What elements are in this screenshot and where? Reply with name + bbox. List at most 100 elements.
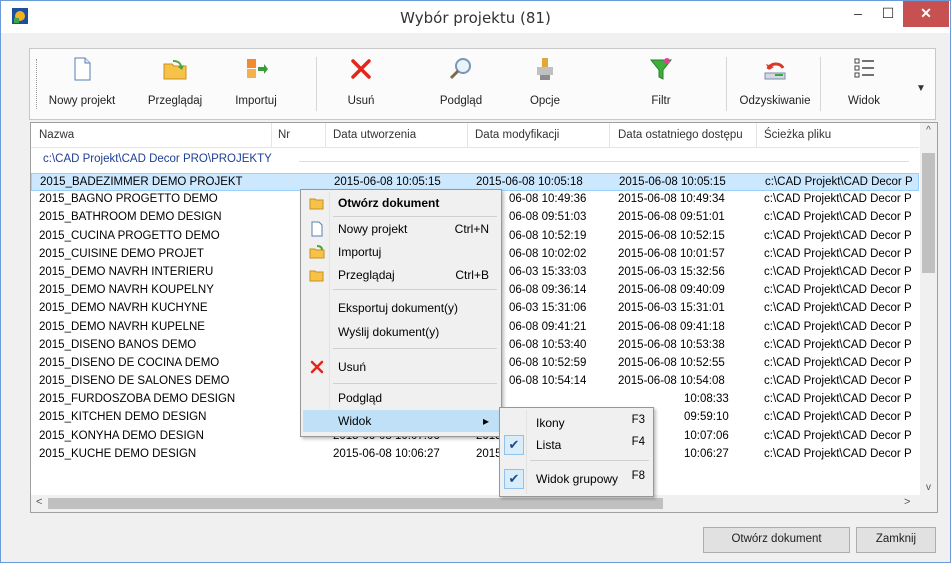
cell-accessed: 2015-06-08 10:05:15: [619, 176, 726, 188]
cell-path: c:\CAD Projekt\CAD Decor P: [764, 302, 912, 315]
import-label: Importuj: [235, 95, 277, 107]
project-selection-dialog: Wybór projektu (81) – ☐ ✕ Nowy projekt P…: [0, 0, 951, 563]
cell-name: 2015_KONYHA DEMO DESIGN: [39, 429, 204, 442]
browse-label: Przeglądaj: [147, 95, 203, 107]
column-divider[interactable]: [756, 123, 757, 147]
cell-modified: 06-08 10:02:02: [509, 247, 587, 260]
new-project-label: Nowy projekt: [48, 95, 116, 107]
checkmark-icon: ✔: [504, 469, 524, 489]
menu-item-view[interactable]: Widok ▸: [303, 410, 499, 432]
import-button[interactable]: Importuj: [226, 49, 286, 119]
column-header-path[interactable]: Ścieżka pliku: [764, 129, 831, 141]
view-list-icon: [854, 58, 874, 78]
cell-path: c:\CAD Projekt\CAD Decor P: [764, 284, 912, 297]
import-icon: [247, 59, 268, 78]
menu-item-open-document[interactable]: Otwórz dokument: [303, 192, 499, 214]
cell-accessed: 10:06:27: [684, 447, 729, 460]
menu-item-label: Importuj: [338, 245, 382, 259]
menu-item-preview[interactable]: Podgląd: [303, 387, 499, 409]
vertical-scrollbar[interactable]: ^ v: [920, 123, 937, 495]
cell-path: c:\CAD Projekt\CAD Decor P: [764, 411, 912, 424]
column-header-nr[interactable]: Nr: [278, 129, 290, 141]
menu-item-label: Nowy projekt: [338, 222, 408, 236]
cell-accessed: 09:59:10: [684, 411, 729, 424]
cell-created: 2015-06-08 10:05:15: [334, 176, 441, 188]
column-divider[interactable]: [325, 123, 326, 147]
vertical-scroll-thumb[interactable]: [922, 153, 935, 273]
cell-accessed: 2015-06-03 15:32:56: [618, 265, 725, 278]
menu-item-send-documents[interactable]: Wyślij dokument(y): [303, 321, 499, 343]
column-divider[interactable]: [609, 123, 610, 147]
column-header-accessed[interactable]: Data ostatniego dostępu: [618, 129, 743, 141]
menu-item-label: Lista: [536, 438, 562, 452]
cell-path: c:\CAD Projekt\CAD Decor P: [764, 393, 912, 406]
cell-name: 2015_DEMO NAVRH KUPELNE: [39, 320, 205, 333]
options-icon: [537, 58, 553, 80]
cell-accessed: 2015-06-08 10:49:34: [618, 193, 725, 206]
close-button[interactable]: Zamknij: [856, 527, 936, 553]
delete-button[interactable]: Usuń: [326, 49, 396, 119]
submenu-item-list[interactable]: ✔ Lista F4: [502, 434, 651, 456]
column-header-modified[interactable]: Data modyfikacji: [475, 129, 559, 141]
cell-accessed: 2015-06-08 10:01:57: [618, 247, 725, 260]
submenu-arrow-icon: ▸: [482, 414, 489, 428]
table-row[interactable]: 2015_KUCHE DEMO DESIGN 2015-06-08 10:06:2…: [31, 446, 919, 464]
group-header-label[interactable]: c:\CAD Projekt\CAD Decor PRO\PROJEKTY: [43, 153, 272, 165]
menu-item-shortcut: F3: [631, 414, 645, 426]
cell-modified: 06-08 10:52:59: [509, 356, 587, 369]
delete-x-icon: [310, 360, 324, 374]
cell-name: 2015_DEMO NAVRH INTERIERU: [39, 265, 214, 278]
new-project-button[interactable]: Nowy projekt: [42, 49, 122, 119]
cell-name: 2015_BAGNO PROGETTO DEMO: [39, 193, 218, 206]
cell-modified: 06-03 15:31:06: [509, 302, 587, 315]
scroll-down-arrow-icon[interactable]: v: [920, 482, 937, 493]
cell-path: c:\CAD Projekt\CAD Decor P: [764, 447, 912, 460]
toolbar-overflow-chevron-icon[interactable]: ▼: [916, 83, 926, 94]
menu-item-shortcut: F8: [631, 470, 645, 482]
recovery-button[interactable]: Odzyskiwanie: [730, 49, 820, 119]
scroll-left-arrow-icon[interactable]: <: [36, 496, 42, 508]
close-window-button[interactable]: ✕: [903, 1, 949, 27]
open-document-button[interactable]: Otwórz dokument: [703, 527, 850, 553]
import-icon: [309, 245, 325, 259]
preview-button[interactable]: Podgląd: [426, 49, 496, 119]
options-button[interactable]: Opcje: [510, 49, 580, 119]
menu-item-export-documents[interactable]: Eksportuj dokument(y): [303, 297, 499, 319]
menu-separator: [333, 289, 497, 290]
checkmark-icon: ✔: [504, 435, 524, 455]
cell-accessed: 2015-06-03 15:31:01: [618, 302, 725, 315]
cell-created: 2015-06-08 10:06:27: [333, 447, 440, 460]
column-header-created[interactable]: Data utworzenia: [333, 129, 416, 141]
menu-item-new-project[interactable]: Nowy projekt Ctrl+N: [303, 218, 499, 240]
scroll-right-arrow-icon[interactable]: >: [904, 496, 910, 508]
column-divider[interactable]: [271, 123, 272, 147]
cell-accessed: 2015-06-08 10:52:55: [618, 356, 725, 369]
view-button[interactable]: Widok: [826, 49, 902, 119]
preview-label: Podgląd: [439, 95, 483, 107]
minimize-button[interactable]: –: [844, 1, 872, 27]
submenu-item-group-view[interactable]: ✔ Widok grupowy F8: [502, 468, 651, 490]
menu-item-delete[interactable]: Usuń: [303, 356, 499, 378]
horizontal-scrollbar[interactable]: < >: [31, 495, 937, 512]
toolbar-grip[interactable]: [36, 59, 39, 109]
menu-item-browse[interactable]: Przeglądaj Ctrl+B: [303, 264, 499, 286]
cell-path: c:\CAD Projekt\CAD Decor P: [764, 193, 912, 206]
open-folder-icon: [309, 198, 324, 210]
maximize-button[interactable]: ☐: [874, 1, 902, 27]
delete-x-icon: [351, 59, 371, 79]
title-bar[interactable]: Wybór projektu (81) – ☐ ✕: [1, 1, 950, 33]
cell-modified: 06-08 09:36:14: [509, 284, 587, 297]
scroll-up-arrow-icon[interactable]: ^: [920, 125, 937, 136]
horizontal-scroll-thumb[interactable]: [48, 498, 663, 509]
submenu-item-icons[interactable]: Ikony F3: [502, 412, 651, 434]
cell-path: c:\CAD Projekt\CAD Decor P: [764, 265, 912, 278]
cell-path: c:\CAD Projekt\CAD Decor P: [765, 176, 913, 188]
column-divider[interactable]: [467, 123, 468, 147]
filter-button[interactable]: Filtr: [626, 49, 696, 119]
menu-item-label: Widok grupowy: [536, 472, 619, 486]
cell-modified: 2015-06-08 10:05:18: [476, 176, 583, 188]
column-header-name[interactable]: Nazwa: [39, 129, 74, 141]
cell-path: c:\CAD Projekt\CAD Decor P: [764, 375, 912, 388]
browse-button[interactable]: Przeglądaj: [130, 49, 220, 119]
menu-item-import[interactable]: Importuj: [303, 241, 499, 263]
